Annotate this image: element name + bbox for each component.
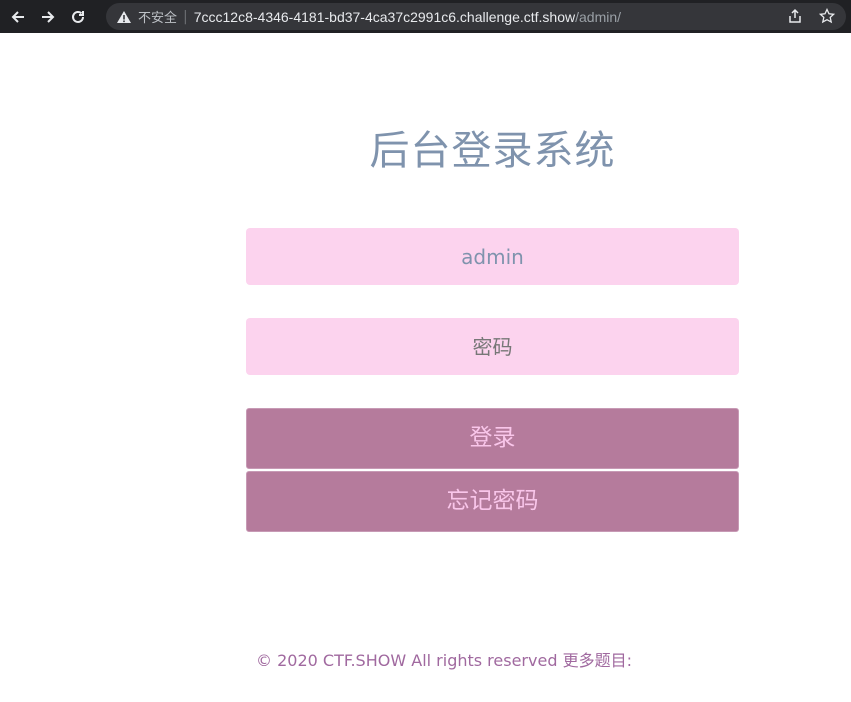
forward-button[interactable]: [36, 5, 60, 29]
share-icon: [789, 8, 801, 23]
address-bar[interactable]: 不安全 | 7ccc12c8-4346-4181-bd37-4ca37c2991…: [106, 3, 846, 30]
forgot-password-button[interactable]: 忘记密码: [246, 471, 739, 532]
username-input[interactable]: [246, 228, 739, 285]
url-path: /admin/: [575, 8, 622, 25]
url-host: 7ccc12c8-4346-4181-bd37-4ca37c2991c6.cha…: [193, 8, 576, 25]
bookmark-button[interactable]: [818, 7, 836, 25]
security-label[interactable]: 不安全: [138, 7, 177, 26]
star-icon: [819, 8, 835, 24]
share-button[interactable]: [786, 7, 804, 25]
address-separator: |: [183, 8, 188, 25]
back-button[interactable]: [6, 5, 30, 29]
footer-copyright: © 2020 CTF.SHOW All rights reserved 更多题目…: [256, 651, 632, 670]
password-input[interactable]: [246, 318, 739, 375]
forward-arrow-icon: [42, 10, 55, 23]
browser-toolbar: 不安全 | 7ccc12c8-4346-4181-bd37-4ca37c2991…: [0, 0, 851, 33]
login-button[interactable]: 登录: [246, 408, 739, 469]
back-arrow-icon: [11, 10, 24, 23]
reload-icon: [72, 10, 84, 23]
reload-button[interactable]: [66, 5, 90, 29]
page-title: 后台登录系统: [369, 128, 616, 174]
warning-icon: [117, 10, 131, 23]
